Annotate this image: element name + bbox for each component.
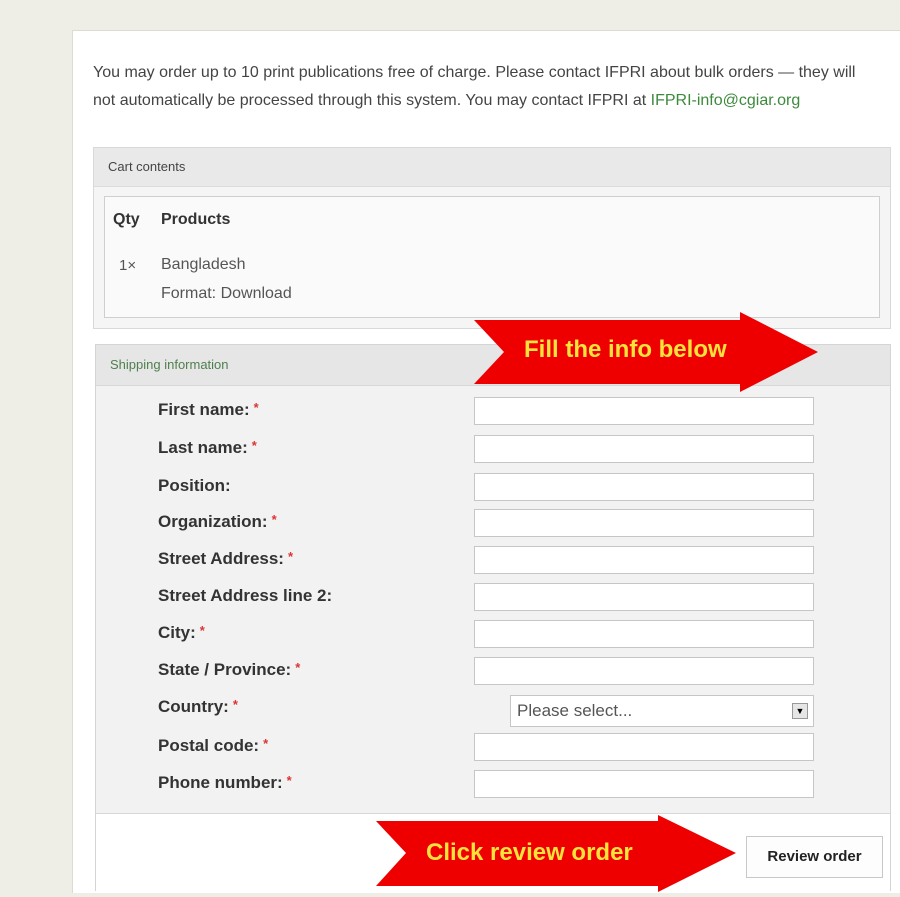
- street-address-label: Street Address: *: [158, 549, 294, 568]
- position-input[interactable]: [474, 473, 814, 501]
- organization-label: Organization: *: [158, 512, 277, 531]
- city-input[interactable]: [474, 620, 814, 648]
- last-name-label: Last name: *: [158, 438, 257, 457]
- position-label: Position:: [158, 476, 231, 495]
- state-province-input[interactable]: [474, 657, 814, 685]
- postal-code-label: Postal code: *: [158, 736, 269, 755]
- state-province-label: State / Province: *: [158, 660, 301, 679]
- cart-table: Qty Products 1× Bangladesh Format: Downl…: [104, 196, 880, 318]
- fill-info-arrow: Fill the info below: [474, 312, 818, 392]
- organization-input[interactable]: [474, 509, 814, 537]
- phone-number-label: Phone number: *: [158, 773, 292, 792]
- first-name-label: First name: *: [158, 400, 259, 419]
- street-address-2-label: Street Address line 2:: [158, 586, 333, 605]
- country-select-value: Please select...: [517, 701, 633, 720]
- country-label: Country: *: [158, 697, 238, 716]
- phone-number-input[interactable]: [474, 770, 814, 798]
- postal-code-input[interactable]: [474, 733, 814, 761]
- cart-contents: Cart contents Qty Products 1× Bangladesh…: [93, 147, 891, 329]
- fill-info-label: Fill the info below: [524, 336, 727, 363]
- page: You may order up to 10 print publication…: [72, 30, 900, 893]
- street-address-input[interactable]: [474, 546, 814, 574]
- email-link[interactable]: IFPRI-info@cgiar.org: [651, 92, 801, 109]
- review-order-button[interactable]: Review order: [746, 836, 883, 878]
- dropdown-arrow-icon[interactable]: ▼: [792, 703, 808, 719]
- cart-legend: Cart contents: [94, 148, 890, 187]
- country-select[interactable]: Please select... ▼: [510, 695, 814, 727]
- click-review-label: Click review order: [426, 839, 633, 866]
- item-name: Bangladesh: [161, 256, 246, 273]
- item-qty: 1×: [119, 257, 137, 274]
- city-label: City: *: [158, 623, 205, 642]
- click-review-arrow: Click review order: [376, 815, 736, 892]
- first-name-input[interactable]: [474, 397, 814, 425]
- shipping-information: Shipping information First name: * Last n…: [95, 344, 891, 891]
- intro-text: You may order up to 10 print publication…: [93, 59, 873, 115]
- last-name-input[interactable]: [474, 435, 814, 463]
- item-format: Format: Download: [161, 285, 292, 302]
- qty-header: Qty: [113, 211, 140, 228]
- products-header: Products: [161, 211, 231, 228]
- street-address-2-input[interactable]: [474, 583, 814, 611]
